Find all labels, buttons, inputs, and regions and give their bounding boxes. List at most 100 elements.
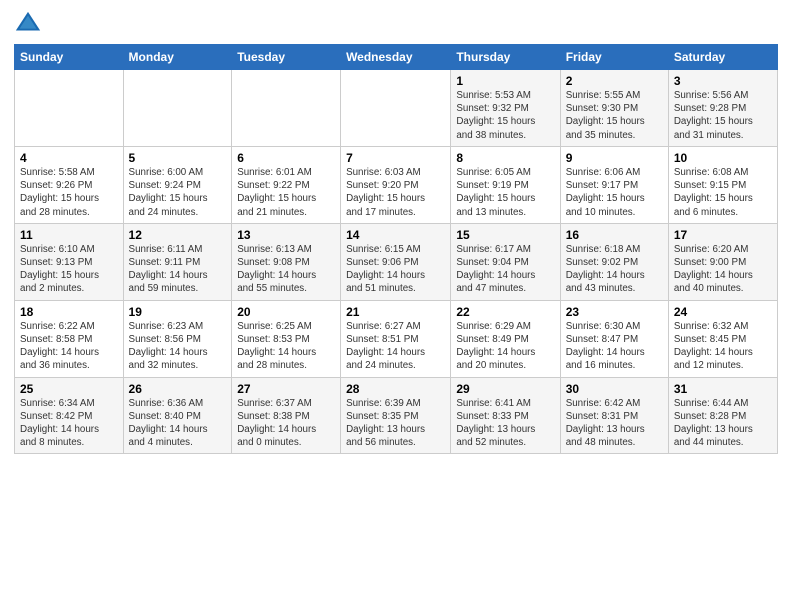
day-info: Sunrise: 6:23 AM Sunset: 8:56 PM Dayligh… [129,320,227,373]
day-info: Sunrise: 6:20 AM Sunset: 9:00 PM Dayligh… [674,243,772,296]
calendar-table: SundayMondayTuesdayWednesdayThursdayFrid… [14,44,778,454]
day-of-week-header: Wednesday [341,45,451,70]
calendar-cell: 4Sunrise: 5:58 AM Sunset: 9:26 PM Daylig… [15,146,124,223]
day-info: Sunrise: 6:25 AM Sunset: 8:53 PM Dayligh… [237,320,335,373]
day-number: 16 [566,228,663,242]
day-info: Sunrise: 6:08 AM Sunset: 9:15 PM Dayligh… [674,166,772,219]
day-number: 30 [566,382,663,396]
day-info: Sunrise: 6:36 AM Sunset: 8:40 PM Dayligh… [129,397,227,450]
calendar-cell: 18Sunrise: 6:22 AM Sunset: 8:58 PM Dayli… [15,300,124,377]
day-of-week-header: Saturday [668,45,777,70]
calendar-cell [15,70,124,147]
day-info: Sunrise: 6:10 AM Sunset: 9:13 PM Dayligh… [20,243,118,296]
day-number: 14 [346,228,445,242]
calendar-week-row: 4Sunrise: 5:58 AM Sunset: 9:26 PM Daylig… [15,146,778,223]
day-number: 19 [129,305,227,319]
day-number: 4 [20,151,118,165]
calendar-cell: 5Sunrise: 6:00 AM Sunset: 9:24 PM Daylig… [123,146,232,223]
day-number: 20 [237,305,335,319]
day-number: 12 [129,228,227,242]
day-info: Sunrise: 6:13 AM Sunset: 9:08 PM Dayligh… [237,243,335,296]
calendar-cell: 19Sunrise: 6:23 AM Sunset: 8:56 PM Dayli… [123,300,232,377]
day-number: 11 [20,228,118,242]
day-of-week-header: Friday [560,45,668,70]
day-info: Sunrise: 5:55 AM Sunset: 9:30 PM Dayligh… [566,89,663,142]
day-number: 13 [237,228,335,242]
day-info: Sunrise: 6:17 AM Sunset: 9:04 PM Dayligh… [456,243,554,296]
calendar-cell: 21Sunrise: 6:27 AM Sunset: 8:51 PM Dayli… [341,300,451,377]
calendar-week-row: 18Sunrise: 6:22 AM Sunset: 8:58 PM Dayli… [15,300,778,377]
day-number: 8 [456,151,554,165]
calendar-cell: 11Sunrise: 6:10 AM Sunset: 9:13 PM Dayli… [15,223,124,300]
day-number: 26 [129,382,227,396]
day-of-week-header: Tuesday [232,45,341,70]
day-number: 7 [346,151,445,165]
day-info: Sunrise: 6:06 AM Sunset: 9:17 PM Dayligh… [566,166,663,219]
day-info: Sunrise: 6:30 AM Sunset: 8:47 PM Dayligh… [566,320,663,373]
day-number: 6 [237,151,335,165]
calendar-cell [232,70,341,147]
day-number: 31 [674,382,772,396]
day-number: 24 [674,305,772,319]
day-of-week-header: Thursday [451,45,560,70]
calendar-cell: 28Sunrise: 6:39 AM Sunset: 8:35 PM Dayli… [341,377,451,454]
day-number: 5 [129,151,227,165]
day-number: 27 [237,382,335,396]
day-info: Sunrise: 6:18 AM Sunset: 9:02 PM Dayligh… [566,243,663,296]
calendar-cell: 23Sunrise: 6:30 AM Sunset: 8:47 PM Dayli… [560,300,668,377]
day-number: 23 [566,305,663,319]
day-info: Sunrise: 6:11 AM Sunset: 9:11 PM Dayligh… [129,243,227,296]
calendar-week-row: 25Sunrise: 6:34 AM Sunset: 8:42 PM Dayli… [15,377,778,454]
calendar-cell: 6Sunrise: 6:01 AM Sunset: 9:22 PM Daylig… [232,146,341,223]
calendar-cell: 24Sunrise: 6:32 AM Sunset: 8:45 PM Dayli… [668,300,777,377]
calendar-cell: 15Sunrise: 6:17 AM Sunset: 9:04 PM Dayli… [451,223,560,300]
day-of-week-header: Monday [123,45,232,70]
calendar-cell: 2Sunrise: 5:55 AM Sunset: 9:30 PM Daylig… [560,70,668,147]
calendar-cell: 17Sunrise: 6:20 AM Sunset: 9:00 PM Dayli… [668,223,777,300]
calendar-cell [123,70,232,147]
day-info: Sunrise: 5:56 AM Sunset: 9:28 PM Dayligh… [674,89,772,142]
calendar-cell: 8Sunrise: 6:05 AM Sunset: 9:19 PM Daylig… [451,146,560,223]
day-number: 3 [674,74,772,88]
calendar-cell: 31Sunrise: 6:44 AM Sunset: 8:28 PM Dayli… [668,377,777,454]
logo [14,10,46,38]
day-info: Sunrise: 6:37 AM Sunset: 8:38 PM Dayligh… [237,397,335,450]
calendar-cell: 14Sunrise: 6:15 AM Sunset: 9:06 PM Dayli… [341,223,451,300]
calendar-cell: 26Sunrise: 6:36 AM Sunset: 8:40 PM Dayli… [123,377,232,454]
day-number: 10 [674,151,772,165]
day-number: 15 [456,228,554,242]
calendar-cell: 1Sunrise: 5:53 AM Sunset: 9:32 PM Daylig… [451,70,560,147]
day-info: Sunrise: 6:00 AM Sunset: 9:24 PM Dayligh… [129,166,227,219]
calendar-cell: 13Sunrise: 6:13 AM Sunset: 9:08 PM Dayli… [232,223,341,300]
calendar-cell: 10Sunrise: 6:08 AM Sunset: 9:15 PM Dayli… [668,146,777,223]
calendar-week-row: 1Sunrise: 5:53 AM Sunset: 9:32 PM Daylig… [15,70,778,147]
day-info: Sunrise: 6:01 AM Sunset: 9:22 PM Dayligh… [237,166,335,219]
logo-icon [14,10,42,38]
calendar-cell: 29Sunrise: 6:41 AM Sunset: 8:33 PM Dayli… [451,377,560,454]
day-info: Sunrise: 6:44 AM Sunset: 8:28 PM Dayligh… [674,397,772,450]
calendar-cell: 7Sunrise: 6:03 AM Sunset: 9:20 PM Daylig… [341,146,451,223]
day-number: 25 [20,382,118,396]
calendar-cell: 25Sunrise: 6:34 AM Sunset: 8:42 PM Dayli… [15,377,124,454]
day-number: 28 [346,382,445,396]
day-info: Sunrise: 6:32 AM Sunset: 8:45 PM Dayligh… [674,320,772,373]
day-info: Sunrise: 5:58 AM Sunset: 9:26 PM Dayligh… [20,166,118,219]
day-info: Sunrise: 6:05 AM Sunset: 9:19 PM Dayligh… [456,166,554,219]
day-number: 21 [346,305,445,319]
calendar-cell: 27Sunrise: 6:37 AM Sunset: 8:38 PM Dayli… [232,377,341,454]
day-number: 1 [456,74,554,88]
day-info: Sunrise: 6:29 AM Sunset: 8:49 PM Dayligh… [456,320,554,373]
calendar-cell: 20Sunrise: 6:25 AM Sunset: 8:53 PM Dayli… [232,300,341,377]
day-info: Sunrise: 6:39 AM Sunset: 8:35 PM Dayligh… [346,397,445,450]
calendar-cell: 30Sunrise: 6:42 AM Sunset: 8:31 PM Dayli… [560,377,668,454]
day-info: Sunrise: 6:34 AM Sunset: 8:42 PM Dayligh… [20,397,118,450]
day-info: Sunrise: 6:03 AM Sunset: 9:20 PM Dayligh… [346,166,445,219]
calendar-cell [341,70,451,147]
day-info: Sunrise: 6:15 AM Sunset: 9:06 PM Dayligh… [346,243,445,296]
day-number: 22 [456,305,554,319]
day-number: 9 [566,151,663,165]
calendar-cell: 12Sunrise: 6:11 AM Sunset: 9:11 PM Dayli… [123,223,232,300]
page-header [14,10,778,38]
day-info: Sunrise: 6:22 AM Sunset: 8:58 PM Dayligh… [20,320,118,373]
calendar-cell: 9Sunrise: 6:06 AM Sunset: 9:17 PM Daylig… [560,146,668,223]
